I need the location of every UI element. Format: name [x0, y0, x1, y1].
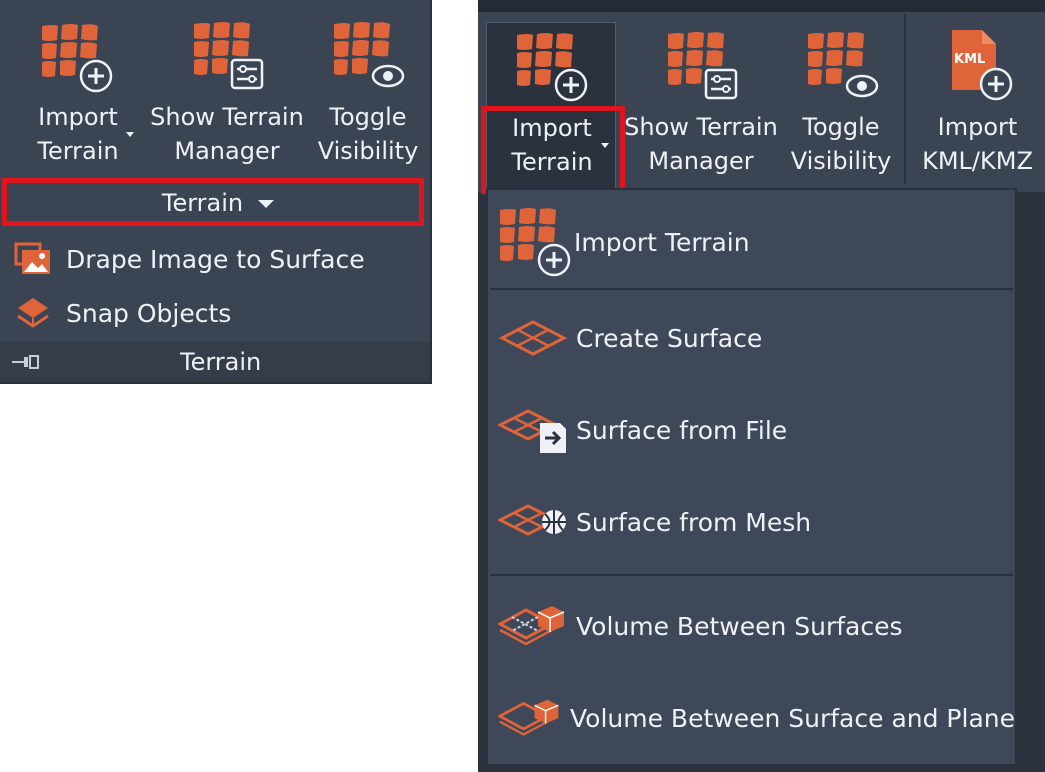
menu-separator: [490, 574, 1013, 576]
menu-item-volume-between-surface-and-plane[interactable]: Volume Between Surface and Plane: [488, 674, 1015, 762]
show-terrain-manager-button[interactable]: Show Terrain Manager: [146, 8, 308, 173]
import-kml-kmz-button[interactable]: KML Import KML/KMZ: [910, 22, 1045, 190]
right-toggle-visibility-button[interactable]: Toggle Visibility: [784, 22, 898, 190]
import-terrain-dropdown-menu: Import Terrain Create Surface Surface fr…: [486, 188, 1017, 766]
dropdown-caret-icon: [126, 132, 134, 137]
terrain-grid-eye-icon: [334, 22, 405, 88]
surface-mesh-icon: [498, 504, 566, 536]
right-show-terrain-manager-label-2: Manager: [648, 147, 754, 175]
menu-item-import-terrain[interactable]: Import Terrain: [488, 196, 1015, 288]
highlight-box-terrain-dropdown: [2, 178, 424, 226]
terrain-grid-eye-icon: [808, 32, 879, 98]
snap-objects-label: Snap Objects: [66, 298, 232, 328]
volume-surfaces-icon: [498, 606, 565, 646]
right-ribbon-divider: [904, 14, 906, 184]
menu-item-create-surface[interactable]: Create Surface: [488, 294, 1015, 382]
import-terrain-button[interactable]: Import Terrain: [18, 8, 138, 173]
terrain-grid-plus-icon: [500, 208, 571, 277]
menu-separator: [490, 288, 1013, 290]
menu-item-surface-from-mesh-label: Surface from Mesh: [576, 507, 812, 537]
menu-item-import-terrain-label: Import Terrain: [574, 227, 750, 257]
menu-item-surface-from-mesh[interactable]: Surface from Mesh: [488, 478, 1015, 566]
drape-image-to-surface-item[interactable]: Drape Image to Surface: [14, 238, 424, 280]
surface-icon: [498, 320, 568, 356]
menu-item-surface-from-file-label: Surface from File: [576, 415, 788, 445]
import-terrain-label-2: Terrain: [37, 137, 119, 165]
menu-item-volume-between-surface-and-plane-label: Volume Between Surface and Plane: [570, 703, 1015, 733]
snap-objects-item[interactable]: Snap Objects: [14, 292, 424, 334]
right-show-terrain-manager-label-1: Show Terrain: [624, 113, 778, 141]
drape-image-label: Drape Image to Surface: [66, 244, 365, 274]
highlight-box-import-terrain: [481, 106, 625, 194]
right-toggle-visibility-label-2: Visibility: [790, 147, 892, 175]
right-toggle-visibility-label-1: Toggle: [802, 113, 880, 141]
menu-item-volume-between-surfaces[interactable]: Volume Between Surfaces: [488, 582, 1015, 670]
terrain-grid-settings-icon: [668, 32, 738, 100]
import-kml-kmz-label-2: KML/KMZ: [922, 147, 1033, 175]
pin-panel-icon[interactable]: [10, 354, 40, 370]
toggle-visibility-label-1: Toggle: [329, 103, 407, 131]
menu-item-surface-from-file[interactable]: Surface from File: [488, 386, 1015, 474]
toggle-visibility-button[interactable]: Toggle Visibility: [312, 8, 424, 173]
show-terrain-manager-label-1: Show Terrain: [150, 103, 304, 131]
surface-file-icon: [498, 409, 566, 453]
panel-footer: Terrain: [0, 342, 430, 382]
panel-footer-title: Terrain: [180, 348, 262, 376]
left-ribbon-panel: Import Terrain Show Terrain Manager Togg…: [0, 0, 432, 384]
import-terrain-label-1: Import: [38, 103, 118, 131]
snap-objects-icon: [17, 298, 49, 328]
import-kml-kmz-label-1: Import: [937, 113, 1018, 141]
menu-item-create-surface-label: Create Surface: [576, 323, 763, 353]
drape-image-icon: [14, 242, 50, 274]
terrain-grid-plus-icon: [517, 33, 588, 102]
right-show-terrain-manager-button[interactable]: Show Terrain Manager: [622, 22, 780, 190]
kml-badge: KML: [954, 52, 986, 67]
terrain-grid-settings-icon: [194, 22, 264, 90]
toggle-visibility-label-2: Visibility: [317, 137, 419, 165]
volume-plane-icon: [498, 699, 559, 736]
terrain-grid-plus-icon: [42, 24, 113, 93]
right-ribbon-topstrip: [478, 0, 1045, 12]
menu-item-volume-between-surfaces-label: Volume Between Surfaces: [576, 611, 903, 641]
show-terrain-manager-label-2: Manager: [174, 137, 280, 165]
